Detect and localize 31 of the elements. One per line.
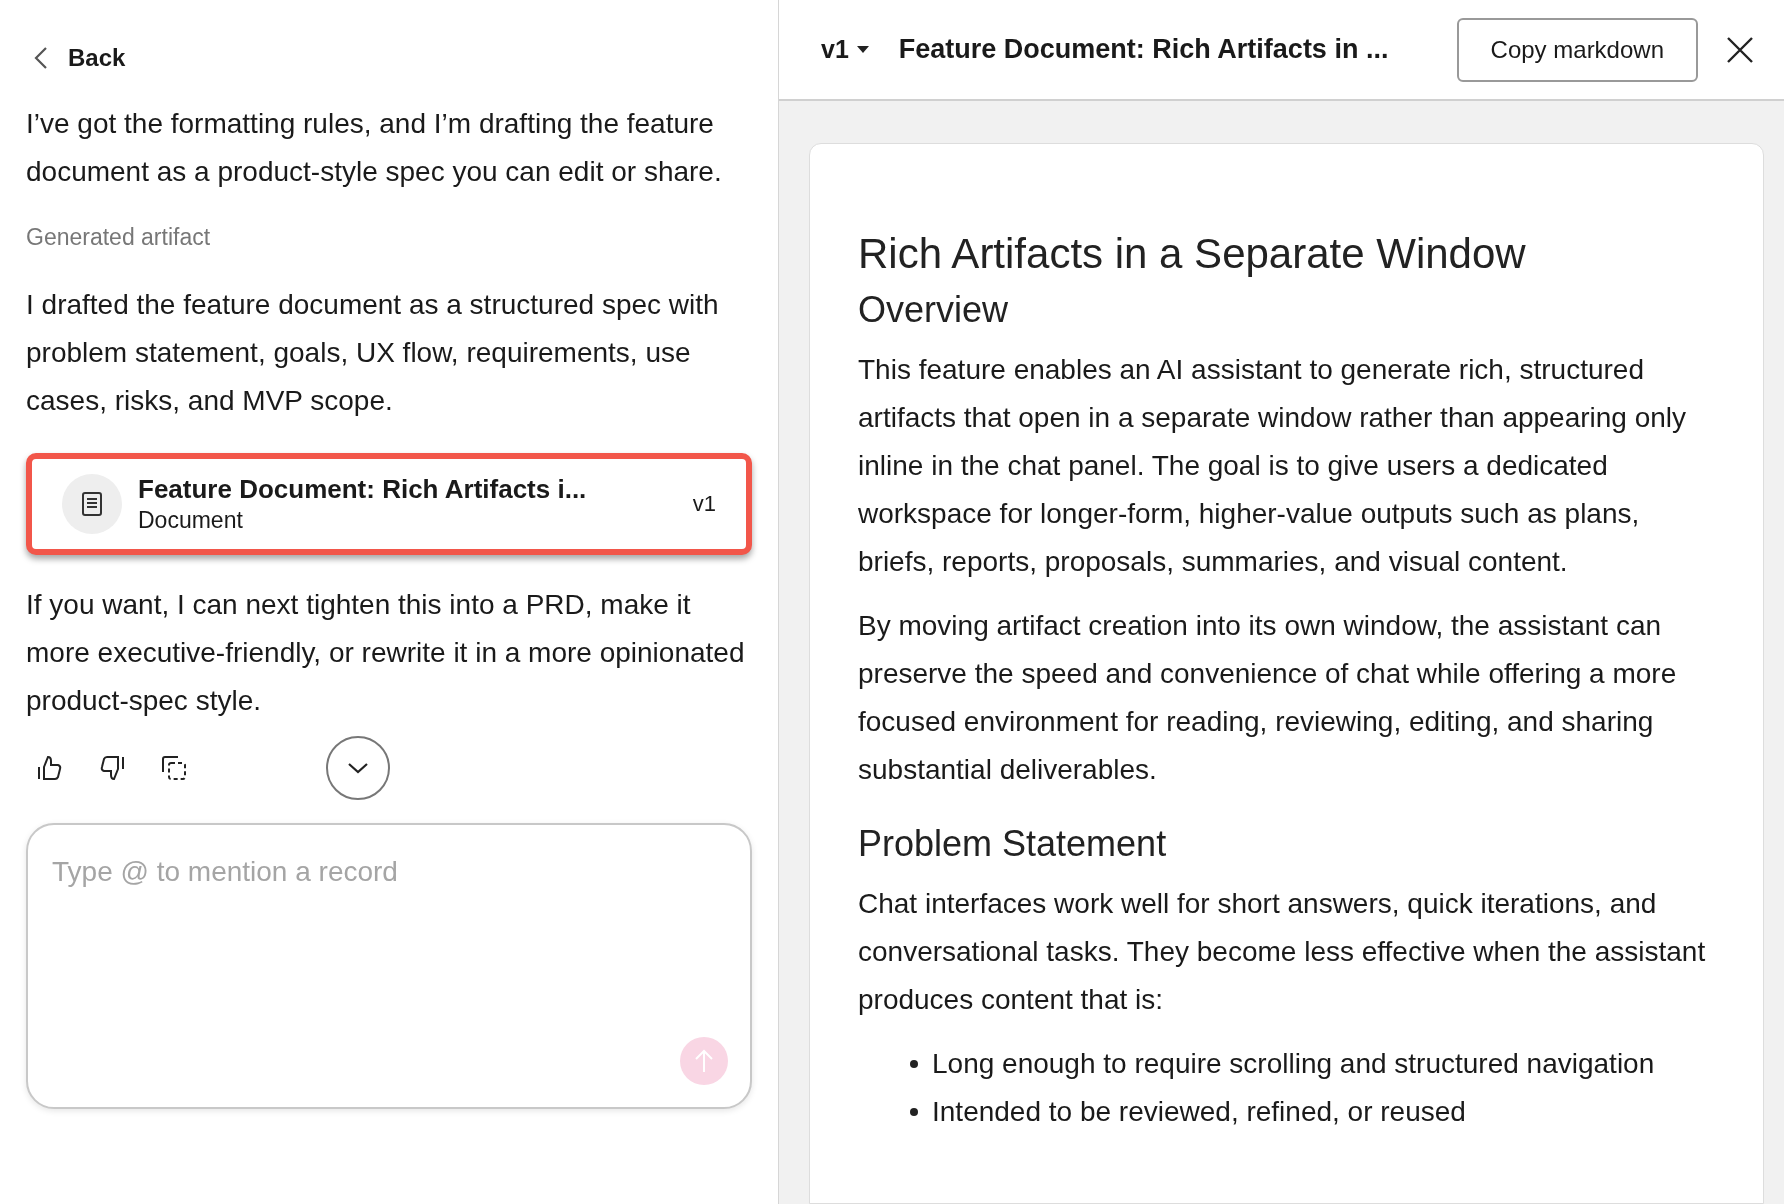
- copy-markdown-button[interactable]: Copy markdown: [1456, 17, 1698, 82]
- artifact-title: Feature Document: Rich Artifacts i...: [138, 472, 588, 505]
- copy-icon[interactable]: [160, 753, 188, 782]
- version-dropdown[interactable]: v1: [821, 30, 869, 69]
- paragraph: By moving artifact creation into its own window, the assistant can preserve the speed and convenience of chat while offering a more focused environment for reading, reviewing, editing, and sharing substantial deliverables.: [858, 609, 1678, 787]
- artifact-caption: Generated artifact: [26, 223, 212, 252]
- section-heading: Overview: [858, 288, 1010, 332]
- message-input[interactable]: Type @ to mention a record: [26, 822, 752, 1109]
- back-icon: [34, 46, 48, 70]
- bullet-icon: [910, 1108, 918, 1116]
- paragraph: This feature enables an AI assistant to generate rich, structured artifacts that open in a separate window rather than appearing only inline in the chat panel. The goal is to give users a dedicated workspace for longer-form, higher-value outputs such as plans, briefs, reports, proposals, summaries, and visual content.: [858, 353, 1688, 579]
- artifact-card[interactable]: Feature Document: Rich Artifacts i... Document v1: [26, 452, 752, 555]
- list-item: Intended to be reviewed, refined, or reused: [932, 1095, 1466, 1129]
- artifact-type: Document: [138, 505, 244, 535]
- message-text: I’ve got the formatting rules, and I’m drafting the feature document as a product-style spec you can edit or share.: [26, 107, 723, 189]
- section-heading: Problem Statement: [858, 822, 1168, 866]
- thumbs-up-icon[interactable]: [36, 753, 64, 782]
- scroll-down-button[interactable]: [326, 735, 390, 800]
- paragraph: Chat interfaces work well for short answers, quick iterations, and conversational tasks. They become less effective when the assistant produces content that is:: [858, 887, 1707, 1017]
- message-text: If you want, I can next tighten this into a PRD, make it more executive-friendly, or rewrite it in a more opinionated product-spec style.: [26, 587, 746, 718]
- message-text: I drafted the feature document as a structured spec with problem statement, goals, UX flow, requirements, use cases, risks, and MVP scope.: [26, 287, 720, 418]
- document-heading: Rich Artifacts in a Separate Window: [858, 229, 1527, 279]
- arrow-up-icon: [694, 1047, 714, 1074]
- list-item: Long enough to require scrolling and structured navigation: [932, 1047, 1655, 1081]
- back-button[interactable]: Back: [34, 40, 126, 76]
- document-title: Feature Document: Rich Artifacts in ...: [898, 33, 1390, 67]
- bullet-icon: [910, 1060, 918, 1068]
- caret-icon: [856, 46, 869, 53]
- chevron-down-icon: [347, 761, 369, 774]
- thumbs-down-icon[interactable]: [98, 753, 126, 782]
- version-label: v1: [692, 490, 716, 518]
